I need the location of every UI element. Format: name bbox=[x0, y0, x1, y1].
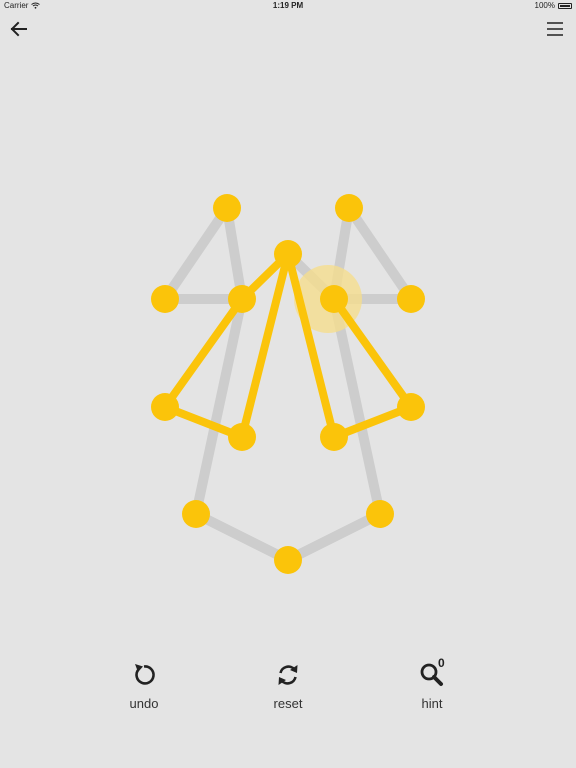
puzzle-node-n2[interactable] bbox=[335, 194, 363, 222]
puzzle-node-n7[interactable] bbox=[397, 285, 425, 313]
hint-count-badge: 0 bbox=[438, 656, 445, 670]
puzzle-node-n14[interactable] bbox=[274, 546, 302, 574]
undo-icon bbox=[135, 664, 155, 685]
puzzle-node-n10[interactable] bbox=[228, 423, 256, 451]
puzzle-node-n13[interactable] bbox=[366, 500, 394, 528]
puzzle-node-n3[interactable] bbox=[274, 240, 302, 268]
hint-button[interactable]: 0 hint bbox=[392, 656, 472, 716]
puzzle-node-n6[interactable] bbox=[320, 285, 348, 313]
undo-label: undo bbox=[129, 696, 159, 711]
puzzle-node-n9[interactable] bbox=[397, 393, 425, 421]
undo-button[interactable]: undo bbox=[104, 660, 184, 716]
reset-label: reset bbox=[273, 696, 303, 711]
puzzle-node-n1[interactable] bbox=[213, 194, 241, 222]
puzzle-node-n8[interactable] bbox=[151, 393, 179, 421]
traced-edges bbox=[161, 250, 415, 441]
puzzle-node-n11[interactable] bbox=[320, 423, 348, 451]
hint-label: hint bbox=[421, 696, 443, 711]
puzzle-node-n4[interactable] bbox=[151, 285, 179, 313]
untraced-edge-n12-n14 bbox=[191, 509, 293, 565]
reset-button[interactable]: reset bbox=[248, 660, 328, 716]
puzzle-node-n12[interactable] bbox=[182, 500, 210, 528]
untraced-edge-n1-n4 bbox=[160, 203, 232, 304]
puzzle-node-n5[interactable] bbox=[228, 285, 256, 313]
puzzle-board[interactable] bbox=[0, 0, 576, 768]
untraced-edge-n13-n14 bbox=[283, 509, 385, 565]
reset-icon bbox=[278, 665, 298, 685]
